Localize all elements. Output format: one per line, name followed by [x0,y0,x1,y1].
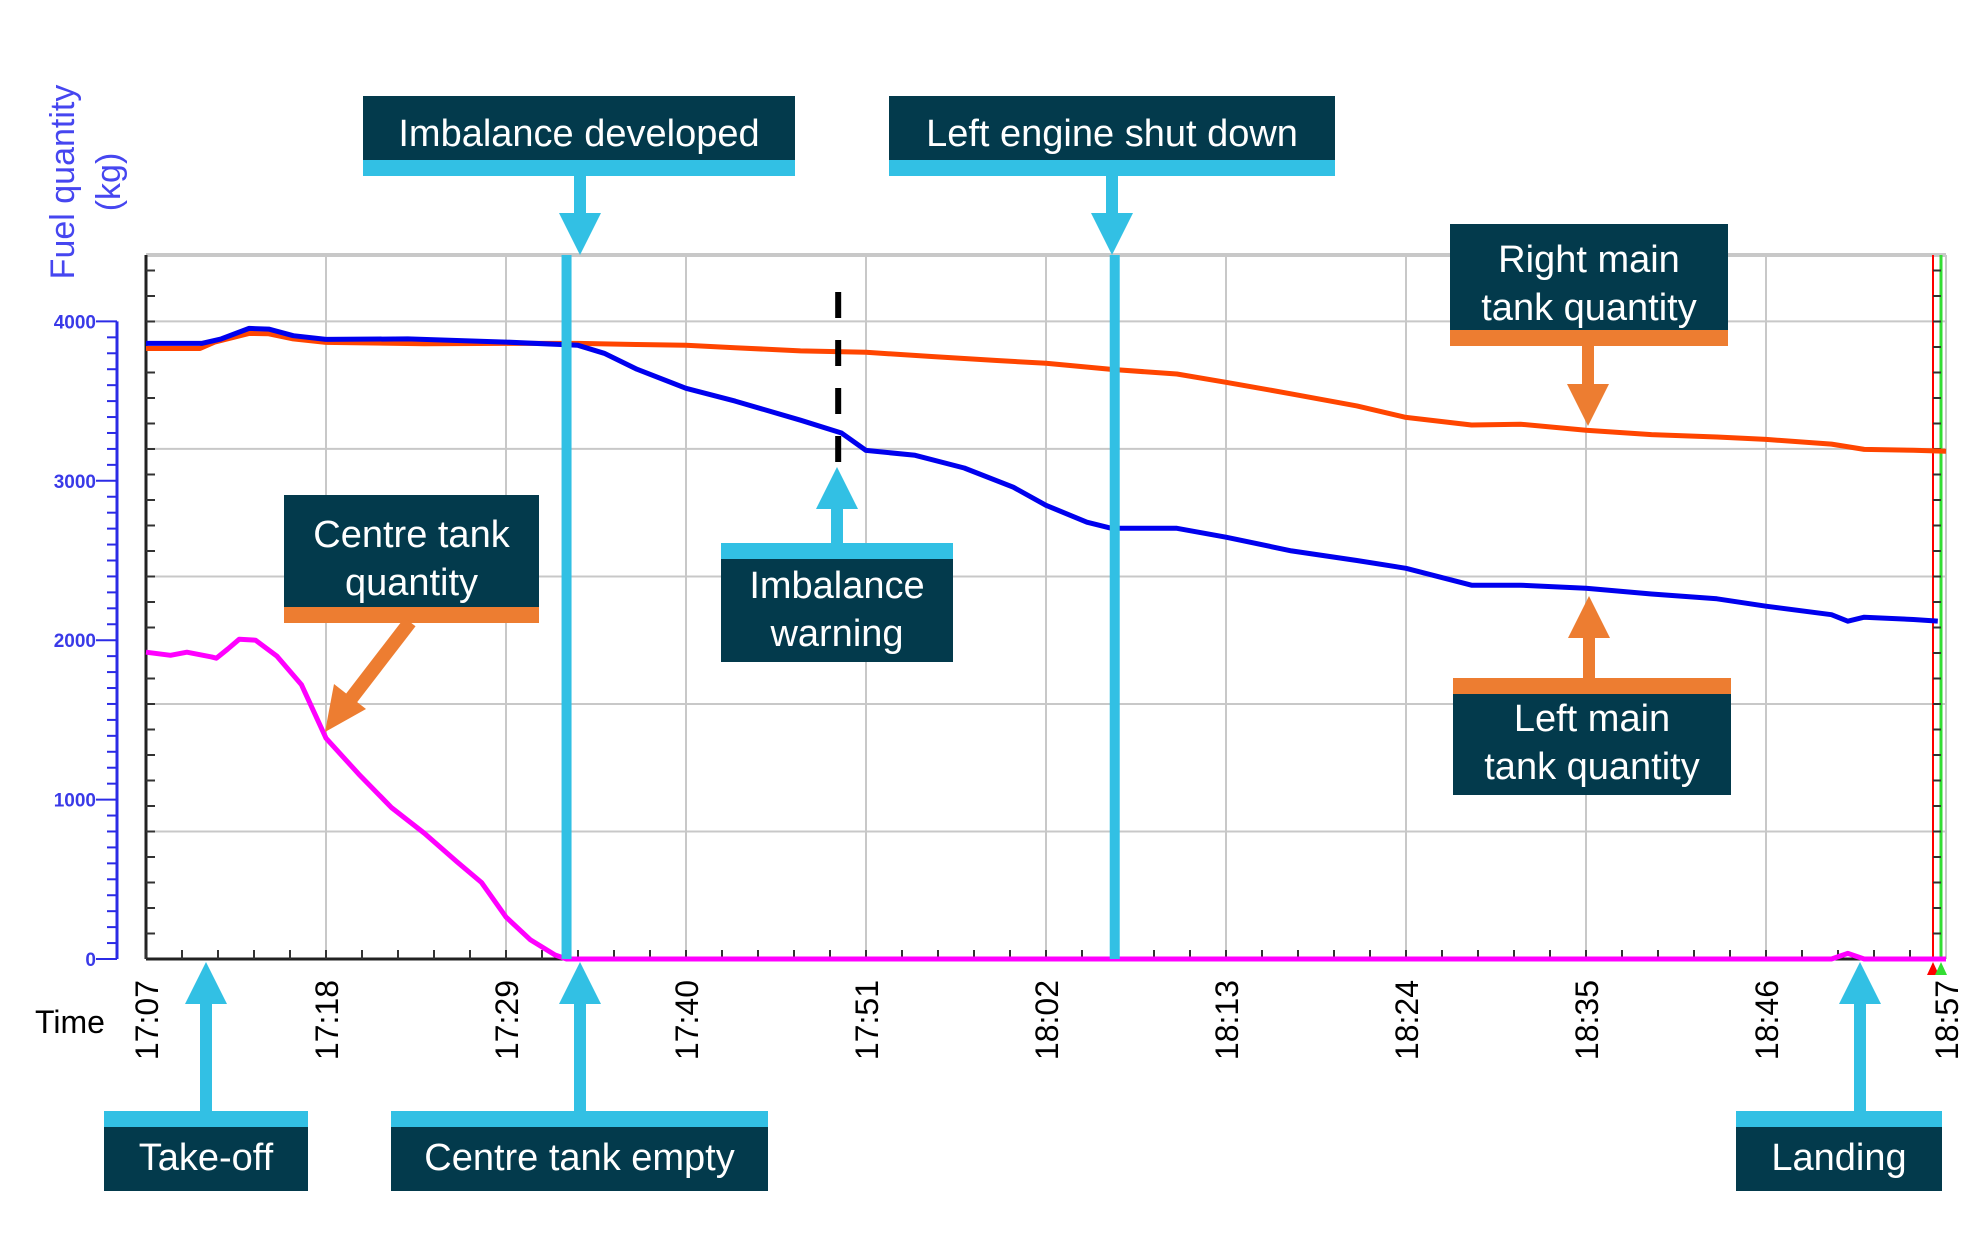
x-tick-label: 17:18 [309,980,345,1060]
right-main-tank-quantity-arrow [1567,346,1609,426]
centre-tank-empty-callout: Centre tank empty [391,1111,768,1191]
centre-tank-quantity-arrow-shaft [344,617,416,705]
x-tick-label: 18:46 [1749,980,1785,1060]
x-tick-label: 17:51 [849,980,885,1060]
left-main-tank-quantity-callout-label: Left main [1514,698,1670,740]
imbalance-developed-callout-label: Imbalance developed [398,113,759,155]
imbalance-warning-arrow [816,467,858,545]
y-tick-label: 1000 [54,791,96,812]
centre-tank-quantity-callout-label: quantity [345,562,478,604]
x-tick-label: 17:40 [669,980,705,1060]
left-engine-shut-down-line [1109,255,1120,959]
imbalance-developed-arrow [559,176,601,255]
y-tick-label: 2000 [54,631,96,652]
left-engine-shut-down-arrow-shaft [1106,176,1118,215]
imbalance-warning-callout: Imbalance warning [721,543,953,662]
x-tick-label: 18:57 [1929,980,1965,1060]
end-marker-green-triangle [1935,962,1947,975]
left-engine-shut-down-arrow [1091,176,1133,255]
axis-labels: Fuel quantity (kg) Time [35,85,128,1040]
x-axis-ticks: 17:07 17:18 17:29 17:40 17:51 18:02 18:13 18:24… [129,980,1965,1060]
imbalance-developed-callout: Imbalance developed [363,96,795,176]
imbalance-warning-arrow-head [816,467,858,509]
x-tick-label: 17:29 [489,980,525,1060]
imbalance-developed-callout-accent [363,160,795,176]
left-engine-shut-down-arrow-head [1091,213,1133,255]
centre-tank-quantity-callout-accent [284,607,539,623]
right-main-tank-quantity-callout-accent [1450,330,1728,346]
x-tick-label: 18:13 [1209,980,1245,1060]
y-tick-label: 3000 [54,472,96,493]
y-axis: 0 1000 2000 3000 4000 [54,312,119,971]
right-main-tank-quantity-arrow-shaft [1582,346,1594,386]
left-engine-shut-down-callout-label: Left engine shut down [926,113,1298,155]
landing-callout-accent [1736,1111,1942,1127]
right-main-tank-quantity-callout-label: Right main [1498,239,1680,281]
centre-tank-empty-arrow-head [559,962,601,1004]
x-axis-label: Time [35,1004,105,1040]
y-axis-label-line2: (kg) [90,153,128,212]
centre-tank-quantity-callout-label: Centre tank [313,514,510,556]
imbalance-warning-callout-label: Imbalance [749,565,924,607]
right-main-tank-quantity-callout-label: tank quantity [1481,287,1696,329]
x-tick-label: 17:07 [129,980,165,1060]
centre-tank-empty-arrow [559,962,601,1113]
left-engine-shut-down-callout: Left engine shut down [889,96,1335,176]
right-main-tank-quantity-arrow-head [1567,384,1609,426]
left-main-tank-quantity-callout-accent [1453,678,1731,694]
centre-tank-empty-arrow-shaft [574,1002,586,1113]
left-main-tank-quantity-arrow-shaft [1583,636,1595,680]
x-tick-label: 18:02 [1029,980,1065,1060]
imbalance-developed-line [561,255,572,959]
centre-tank-empty-callout-label: Centre tank empty [424,1137,734,1179]
take-off-callout: Take-off [104,1111,308,1191]
right-main-tank-quantity-callout: Right main tank quantity [1450,224,1728,346]
x-tick-label: 18:24 [1389,980,1425,1060]
series-callouts [325,617,416,732]
left-main-tank-quantity-arrow-head [1568,596,1610,638]
left-main-tank-quantity-arrow [1568,596,1610,680]
imbalance-warning-arrow-shaft [831,507,843,545]
take-off-arrow-head [185,962,227,1004]
x-tick-label: 18:35 [1569,980,1605,1060]
y-tick-label: 4000 [54,312,96,333]
event-annotations: Imbalance developed Left engine shut down… [104,96,1942,1191]
left-main-tank-quantity-callout-label: tank quantity [1484,746,1699,788]
take-off-callout-label: Take-off [139,1137,274,1179]
imbalance-developed-arrow-shaft [574,176,586,215]
take-off-arrow [185,962,227,1113]
imbalance-warning-callout-accent [721,543,953,559]
take-off-callout-accent [104,1111,308,1127]
centre-tank-empty-callout-accent [391,1111,768,1127]
centre-tank-quantity-callout: Centre tank quantity [284,495,539,623]
landing-arrow-head [1839,962,1881,1004]
landing-callout: Landing [1736,1111,1942,1191]
landing-callout-label: Landing [1771,1137,1906,1179]
left-main-tank-quantity-callout: Left main tank quantity [1453,678,1731,795]
landing-arrow [1839,962,1881,1113]
y-axis-label-line1: Fuel quantity [44,85,82,280]
imbalance-developed-arrow-head [559,213,601,255]
imbalance-warning-callout-label: warning [769,613,903,655]
fuel-quantity-chart: 0 1000 2000 3000 4000 Imbalance developed Lef… [35,85,1965,1191]
y-tick-label: 0 [85,950,96,971]
take-off-arrow-shaft [200,1002,212,1113]
centre-tank-quantity-arrow [325,617,416,732]
left-engine-shut-down-callout-accent [889,160,1335,176]
landing-arrow-shaft [1854,1002,1866,1113]
